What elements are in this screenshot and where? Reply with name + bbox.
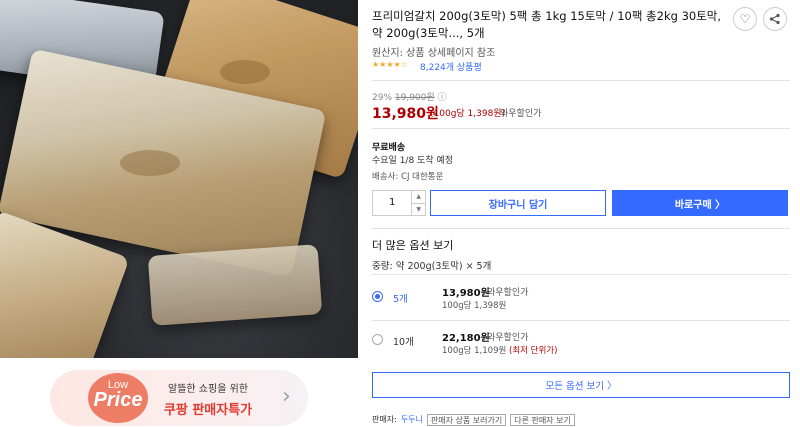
- seller-row: 판매자: 두두니 판매자 상품 보러가기 다른 판매자 보기: [372, 414, 575, 426]
- original-price: 19,900원: [394, 93, 435, 103]
- option-name: 5개: [393, 294, 408, 305]
- divider: [372, 128, 790, 129]
- origin-text: 원산지: 상품 상세페이지 참조: [372, 48, 496, 59]
- option-unit-price: 100g당 1,398원: [442, 299, 506, 311]
- lowest-unit-badge: (최저 단위가): [509, 346, 558, 356]
- product-title: 프리미엄갈치 200g(3토막) 5팩 총 1kg 15토막 / 10팩 총2k…: [372, 9, 722, 40]
- divider: [372, 274, 790, 275]
- product-page: Low Price 알뜰한 쇼핑을 위한 쿠팡 판매자특가 › 프리미엄갈치 2…: [0, 0, 800, 427]
- option-radio[interactable]: [372, 334, 383, 345]
- option-row[interactable]: 10개 22,180원 와우할인가 100g당 1,109원 (최저 단위가): [372, 328, 790, 364]
- option-wow-label: 와우할인가: [487, 333, 529, 343]
- option-row[interactable]: 5개 13,980원 와우할인가 100g당 1,398원: [372, 282, 790, 318]
- share-icon[interactable]: [763, 7, 787, 31]
- quantity-up-icon[interactable]: ▲: [412, 191, 425, 203]
- carrier-text: 배송사: CJ 대한통운: [372, 172, 444, 182]
- option-price: 13,980원: [442, 288, 490, 299]
- low-price-badge: Low Price: [88, 373, 148, 423]
- divider: [372, 320, 790, 321]
- seller-name-link[interactable]: 두두니: [401, 414, 423, 426]
- banner-text: 알뜰한 쇼핑을 위한 쿠팡 판매자특가: [152, 380, 264, 418]
- other-sellers-link[interactable]: 다른 판매자 보기: [510, 414, 575, 426]
- option-price: 22,180원: [442, 333, 490, 344]
- discount-rate: 29%: [372, 93, 393, 103]
- badge-price-text: Price: [93, 389, 143, 411]
- all-options-button[interactable]: 모든 옵션 보기 〉: [372, 372, 790, 398]
- more-options-title: 더 많은 옵션 보기: [372, 239, 454, 252]
- product-image[interactable]: [0, 0, 358, 358]
- sear-mark: [120, 150, 180, 176]
- option-radio-selected[interactable]: [372, 291, 383, 302]
- sale-price: 13,980원: [372, 106, 439, 122]
- favorite-heart-icon[interactable]: ♡: [733, 7, 757, 31]
- banner-line1: 알뜰한 쇼핑을 위한: [168, 384, 248, 395]
- share-glyph: [769, 13, 780, 25]
- option-wow-label: 와우할인가: [487, 288, 529, 298]
- discount-line: 29% 19,900원 ⓘ: [372, 90, 447, 103]
- option-selection-label: 중량: 약 200g(3토막) × 5개: [372, 261, 492, 272]
- divider: [372, 80, 790, 81]
- quantity-stepper[interactable]: 1 ▲ ▼: [372, 190, 426, 216]
- option-name: 10개: [393, 337, 414, 348]
- option-unit-text: 100g당 1,109원: [442, 346, 507, 356]
- star-rating: ★★★★☆: [372, 60, 408, 69]
- quantity-steps: ▲ ▼: [411, 191, 425, 215]
- buy-now-button[interactable]: 바로구매 〉: [612, 190, 788, 216]
- wow-discount-label: 와우할인가: [500, 109, 542, 119]
- seller-products-link[interactable]: 판매자 상품 보러가기: [426, 414, 507, 426]
- chevron-right-icon[interactable]: ›: [282, 384, 291, 409]
- unit-price: (100g당 1,398원): [430, 109, 506, 119]
- divider: [372, 228, 790, 229]
- quantity-down-icon[interactable]: ▼: [412, 203, 425, 216]
- option-unit-price: 100g당 1,109원 (최저 단위가): [442, 344, 557, 356]
- seller-label: 판매자:: [372, 415, 397, 424]
- review-count-link[interactable]: 8,224개 상품평: [420, 60, 482, 73]
- info-icon[interactable]: ⓘ: [438, 93, 447, 103]
- quantity-input[interactable]: 1: [373, 191, 411, 215]
- add-to-cart-button[interactable]: 장바구니 담기: [430, 190, 606, 216]
- option-unit-text: 100g당 1,398원: [442, 301, 507, 311]
- fish-piece: [147, 244, 323, 326]
- sear-mark: [220, 60, 270, 84]
- banner-line2: 쿠팡 판매자특가: [163, 403, 253, 418]
- arrival-date: 수요일 1/8 도착 예정: [372, 156, 454, 166]
- free-shipping-label: 무료배송: [372, 143, 406, 153]
